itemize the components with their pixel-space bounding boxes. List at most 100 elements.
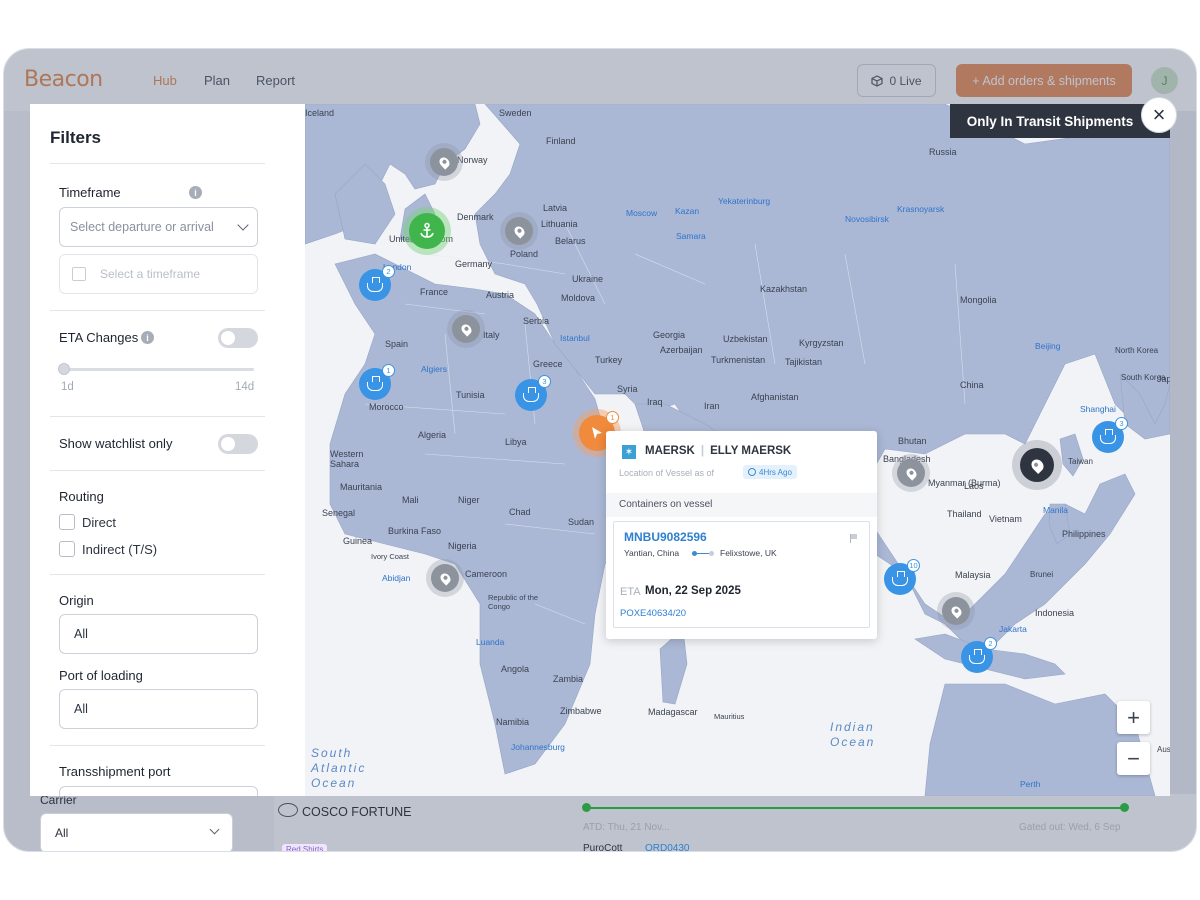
transshipment-field[interactable] xyxy=(59,786,258,796)
country-label: Kazakhstan xyxy=(760,284,808,294)
country-label: Bhutan xyxy=(898,436,927,446)
maersk-star-icon: ✶ xyxy=(622,445,636,459)
eta-slider-track[interactable] xyxy=(64,368,254,371)
route-arrow-icon xyxy=(692,551,714,557)
ship-cluster-icon[interactable]: 1 xyxy=(359,364,395,400)
watchlist-toggle[interactable] xyxy=(218,434,258,454)
country-label: Algeria xyxy=(418,430,447,440)
po-number-link[interactable]: POXE40634/20 xyxy=(620,608,686,619)
country-label: Vietnam xyxy=(989,514,1022,524)
timeframe-input[interactable]: Select a timeframe xyxy=(59,254,258,294)
route-end-dot xyxy=(1120,803,1129,812)
location-pin-icon[interactable] xyxy=(452,315,480,343)
zoom-in-button[interactable]: + xyxy=(1117,701,1150,734)
ship-cluster-icon[interactable]: 2 xyxy=(961,637,997,673)
row-company: PuroCott xyxy=(583,843,623,852)
updated-ago-text: 4Hrs Ago xyxy=(759,467,792,477)
country-label: Norway xyxy=(457,155,488,165)
flag-icon[interactable] xyxy=(850,534,858,543)
country-label: Spain xyxy=(385,339,409,349)
indirect-label: Indirect (T/S) xyxy=(82,542,158,557)
timeframe-label: Timeframe xyxy=(59,185,121,200)
vessel-name: COSCO FORTUNE xyxy=(302,805,412,819)
location-pin-icon[interactable] xyxy=(897,459,925,487)
timeframe-select[interactable]: Select departure or arrival xyxy=(59,207,258,247)
divider xyxy=(50,574,265,575)
containers-section-header: Containers on vessel xyxy=(606,493,877,517)
country-label: Sweden xyxy=(499,108,532,118)
eta-slider-handle[interactable] xyxy=(58,363,70,375)
location-pin-icon[interactable] xyxy=(505,217,533,245)
country-label: Serbia xyxy=(523,316,550,326)
city-label: Moscow xyxy=(626,208,658,218)
selected-location-pin-icon[interactable] xyxy=(1020,448,1054,482)
country-label: France xyxy=(420,287,449,297)
info-icon[interactable]: i xyxy=(141,331,154,344)
city-label: Novosibirsk xyxy=(845,214,889,224)
ship-cluster-icon[interactable]: 3 xyxy=(515,375,551,411)
city-label: Luanda xyxy=(476,637,505,647)
route-progress-line xyxy=(586,807,1126,809)
country-label: Afghanistan xyxy=(751,392,799,402)
world-map[interactable]: Iceland Sweden Finland Norway Russia Den… xyxy=(305,104,1170,796)
city-label: Manila xyxy=(1043,505,1069,515)
transshipment-label: Transshipment port xyxy=(59,764,171,779)
popup-title: MAERSK | ELLY MAERSK xyxy=(645,445,792,457)
country-label: Germany xyxy=(455,259,493,269)
country-label: Mauritania xyxy=(340,482,383,492)
pol-field[interactable]: All xyxy=(59,689,258,729)
divider xyxy=(50,163,265,164)
origin-label: Origin xyxy=(59,593,94,608)
country-label: Republic of the Congo xyxy=(488,593,539,611)
country-label: Latvia xyxy=(543,203,568,213)
carrier-select[interactable]: All xyxy=(40,813,233,851)
city-label: Algiers xyxy=(421,364,447,374)
container-card[interactable]: MNBU9082596 Yantian, China Felixstowe, U… xyxy=(613,521,870,628)
origin-field[interactable]: All xyxy=(59,614,258,654)
route-start-dot xyxy=(582,803,591,812)
country-label: Iraq xyxy=(647,397,663,407)
country-label: Mauritius xyxy=(714,712,745,721)
country-label: Ivory Coast xyxy=(371,552,409,561)
zoom-out-button[interactable]: − xyxy=(1117,742,1150,775)
clock-icon xyxy=(748,468,756,476)
timeframe-input-placeholder: Select a timeframe xyxy=(100,267,201,281)
filters-title: Filters xyxy=(50,128,102,147)
divider xyxy=(50,470,265,471)
container-number-link[interactable]: MNBU9082596 xyxy=(624,530,707,544)
ship-count-badge: 2 xyxy=(984,637,997,650)
country-label: Taiwan xyxy=(1068,457,1093,466)
row-order-link[interactable]: ORD0430 xyxy=(645,843,689,851)
direct-checkbox[interactable] xyxy=(59,514,75,530)
country-label: Western Sahara xyxy=(330,449,364,469)
ship-count-badge: 3 xyxy=(1115,417,1128,430)
city-label: Beijing xyxy=(1035,341,1061,351)
filters-panel: Filters Timeframe i Select departure or … xyxy=(30,104,305,796)
country-label: Finland xyxy=(546,136,576,146)
city-label: Perth xyxy=(1020,779,1041,789)
ship-cluster-icon[interactable]: 2 xyxy=(359,265,395,301)
country-label: Senegal xyxy=(322,508,356,518)
map-modal: Filters Timeframe i Select departure or … xyxy=(30,104,1170,796)
country-label: Syria xyxy=(617,384,638,394)
ocean-label: South Atlantic Ocean xyxy=(311,746,367,790)
location-pin-icon[interactable] xyxy=(431,564,459,592)
anchor-port-icon[interactable] xyxy=(409,213,445,249)
location-pin-icon[interactable] xyxy=(430,148,458,176)
info-icon[interactable]: i xyxy=(189,186,202,199)
eta-changes-label: ETA Changes xyxy=(59,330,139,345)
direct-label: Direct xyxy=(82,515,116,530)
ship-cluster-icon[interactable]: 3 xyxy=(1092,417,1128,453)
ship-count-badge: 3 xyxy=(538,375,551,388)
slider-min-label: 1d xyxy=(61,381,74,393)
location-pin-icon[interactable] xyxy=(942,597,970,625)
country-label: Malaysia xyxy=(955,570,991,580)
divider xyxy=(50,310,265,311)
indirect-checkbox[interactable] xyxy=(59,541,75,557)
ship-cluster-icon[interactable]: 10 xyxy=(884,559,920,595)
updated-ago-badge: 4Hrs Ago xyxy=(743,465,797,479)
country-label: Poland xyxy=(510,249,539,259)
country-label: North Korea xyxy=(1115,346,1159,355)
eta-changes-toggle[interactable] xyxy=(218,328,258,348)
close-icon[interactable]: × xyxy=(1141,97,1177,133)
